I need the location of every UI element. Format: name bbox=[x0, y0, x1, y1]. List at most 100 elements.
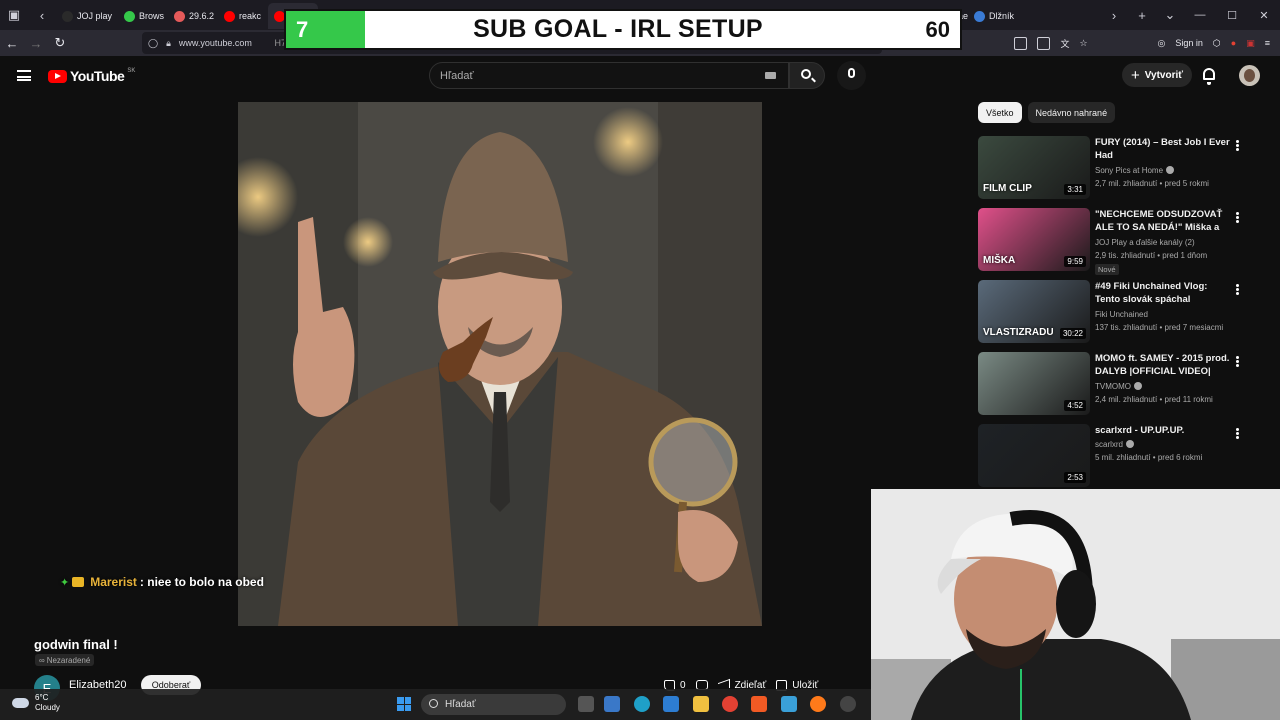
youtube-logo[interactable]: YouTube SK bbox=[48, 68, 135, 84]
recommended-channel[interactable]: scarlxrd bbox=[1095, 440, 1135, 449]
extensions-icon[interactable]: ⬡ bbox=[1213, 38, 1221, 49]
browser-tab[interactable]: 29.6.2 bbox=[168, 3, 218, 29]
new-tab-icon[interactable]: + bbox=[1128, 0, 1156, 30]
recommended-video[interactable]: 2:53 scarlxrd - UP.UP.UP. scarlxrd 5 mil. z… bbox=[978, 424, 1248, 490]
recommended-video-meta: 137 tis. zhliadnutí • pred 7 mesiacmi bbox=[1095, 323, 1224, 332]
account-icon[interactable]: ◎ bbox=[1158, 38, 1166, 49]
logo-wordmark: YouTube bbox=[70, 68, 125, 84]
taskbar-search-icon bbox=[429, 699, 438, 708]
screenshot-icon[interactable] bbox=[1037, 36, 1051, 50]
photos-icon[interactable] bbox=[663, 696, 679, 712]
sign-in-link[interactable]: Sign in bbox=[1175, 38, 1203, 48]
tab-favicon-icon bbox=[174, 10, 185, 22]
firefox-icon[interactable] bbox=[810, 696, 826, 712]
brave-icon[interactable] bbox=[751, 696, 767, 712]
video-thumbnail[interactable]: VLASTIZRADU 30:22 bbox=[978, 280, 1090, 343]
recommended-video[interactable]: 4:52 MOMO ft. SAMEY - 2015 prod. DALYB |O… bbox=[978, 352, 1248, 420]
recommended-channel-name: scarlxrd bbox=[1095, 440, 1124, 449]
video-thumbnail[interactable]: MIŠKA 9:59 bbox=[978, 208, 1090, 271]
notifications-bell-icon[interactable] bbox=[1203, 68, 1215, 85]
task-view-icon[interactable] bbox=[578, 696, 594, 712]
verified-check-icon bbox=[1126, 440, 1135, 448]
video-thumbnail[interactable]: FILM CLIP 3:31 bbox=[978, 136, 1090, 199]
recommended-channel[interactable]: TVMOMO bbox=[1095, 382, 1142, 391]
page-actions-icon[interactable] bbox=[1014, 36, 1028, 50]
user-avatar[interactable] bbox=[1239, 65, 1260, 86]
recommended-video-title[interactable]: MOMO ft. SAMEY - 2015 prod. DALYB |OFFIC… bbox=[1095, 352, 1233, 378]
tab-label: reakc bbox=[239, 11, 262, 21]
bookmark-star-icon[interactable]: ☆ bbox=[1079, 38, 1087, 49]
tab-list-icon[interactable]: ▣ bbox=[0, 0, 28, 30]
filter-chip[interactable]: Nedávno nahrané bbox=[1027, 102, 1116, 123]
sub-goal-current: 7 bbox=[296, 16, 309, 42]
recommended-video-title[interactable]: "NECHCEME ODSUDZOVAŤ ALE TO SA NEDÁ!" Mi… bbox=[1095, 208, 1233, 235]
minimize-icon[interactable]: — bbox=[1184, 0, 1216, 30]
translate-icon[interactable]: 文 bbox=[1060, 37, 1069, 50]
create-label: Vytvoriť bbox=[1144, 69, 1184, 81]
recommended-channel[interactable]: Sony Pics at Home bbox=[1095, 166, 1175, 175]
edge-icon[interactable] bbox=[634, 696, 650, 712]
recommended-video[interactable]: FILM CLIP 3:31 FURY (2014) – Best Job I Ev… bbox=[978, 136, 1248, 204]
tab-scroll-right-icon[interactable]: › bbox=[1100, 0, 1128, 30]
close-icon[interactable]: ✕ bbox=[1248, 0, 1280, 30]
notepad-icon[interactable] bbox=[781, 696, 797, 712]
file-explorer-icon[interactable] bbox=[693, 696, 709, 712]
video-duration: 2:53 bbox=[1064, 472, 1086, 483]
more-options-icon[interactable] bbox=[1236, 356, 1239, 359]
recommended-video[interactable]: MIŠKA 9:59 "NECHCEME ODSUDZOVAŤ ALE TO SA … bbox=[978, 208, 1248, 276]
back-icon[interactable]: ← bbox=[0, 30, 24, 56]
search-input[interactable]: Hľadať bbox=[429, 62, 789, 89]
more-options-icon[interactable] bbox=[1236, 140, 1239, 143]
chrome-taskbar-icon[interactable] bbox=[722, 696, 738, 712]
create-button[interactable]: + Vytvoriť bbox=[1122, 63, 1192, 87]
recommended-video[interactable]: VLASTIZRADU 30:22 #49 Fiki Unchained Vlog:… bbox=[978, 280, 1248, 348]
video-player[interactable] bbox=[238, 102, 762, 626]
recommended-video-title[interactable]: #49 Fiki Unchained Vlog: Tento slovák sp… bbox=[1095, 280, 1233, 307]
more-options-icon[interactable] bbox=[1236, 212, 1239, 215]
lock-icon[interactable]: 🔒︎ bbox=[166, 38, 171, 49]
logo-country-code: SK bbox=[127, 68, 136, 74]
reload-icon[interactable]: ↻ bbox=[48, 30, 72, 56]
browser-tab[interactable]: Brows bbox=[118, 3, 168, 29]
weather-widget[interactable]: 6°C Cloudy bbox=[12, 693, 60, 713]
voice-search-button[interactable] bbox=[837, 61, 866, 90]
video-duration: 9:59 bbox=[1064, 256, 1086, 267]
video-duration: 30:22 bbox=[1059, 328, 1086, 339]
weather-temperature: 6°C bbox=[35, 693, 49, 702]
tab-list-dropdown-icon[interactable]: ⌄ bbox=[1156, 0, 1184, 30]
chrome-icon[interactable]: ● bbox=[1231, 38, 1236, 48]
recommended-video-title[interactable]: FURY (2014) – Best Job I Ever Had bbox=[1095, 136, 1233, 162]
recommended-channel[interactable]: Fiki Unchained bbox=[1095, 310, 1148, 319]
shield-icon[interactable]: ◯ bbox=[148, 38, 158, 49]
taskbar-search[interactable]: Hľadať bbox=[421, 694, 566, 715]
browser-tab[interactable]: JOJ play bbox=[56, 3, 118, 29]
category-tag[interactable]: ∞ Nezaradené bbox=[35, 654, 95, 666]
tab-label: Dlžník bbox=[989, 11, 1015, 21]
keyboard-icon[interactable] bbox=[765, 72, 776, 79]
extension-badge-icon[interactable]: ▣ bbox=[1246, 38, 1255, 49]
video-thumbnail[interactable]: 2:53 bbox=[978, 424, 1090, 487]
maximize-icon[interactable]: ☐ bbox=[1216, 0, 1248, 30]
store-icon[interactable] bbox=[604, 696, 620, 712]
filter-chip[interactable]: Všetko bbox=[978, 102, 1022, 123]
tab-scroll-left-icon[interactable]: ‹ bbox=[28, 0, 56, 30]
thumbnail-text: VLASTIZRADU bbox=[983, 327, 1054, 338]
obs-icon[interactable] bbox=[840, 696, 856, 712]
recommended-channel[interactable]: JOJ Play a ďalšie kanály (2) bbox=[1095, 238, 1195, 247]
video-duration: 3:31 bbox=[1064, 184, 1086, 195]
video-thumbnail[interactable]: 4:52 bbox=[978, 352, 1090, 415]
more-options-icon[interactable] bbox=[1236, 284, 1239, 287]
more-options-icon[interactable] bbox=[1236, 428, 1239, 431]
windows-taskbar: 6°C Cloudy Hľadať bbox=[0, 689, 871, 720]
recommended-video-title[interactable]: scarlxrd - UP.UP.UP. bbox=[1095, 424, 1233, 437]
browser-tab[interactable]: reakc bbox=[218, 3, 268, 29]
hamburger-menu-icon[interactable] bbox=[17, 70, 31, 81]
forward-icon[interactable]: → bbox=[24, 30, 48, 56]
video-title: godwin final ! bbox=[34, 637, 118, 652]
tab-favicon-icon bbox=[62, 10, 73, 22]
windows-start-icon[interactable] bbox=[397, 697, 411, 711]
search-button[interactable] bbox=[789, 62, 825, 89]
app-menu-icon[interactable]: ≡ bbox=[1265, 38, 1270, 48]
browser-tab[interactable]: Dlžník bbox=[968, 3, 1018, 29]
search-placeholder: Hľadať bbox=[440, 69, 474, 82]
